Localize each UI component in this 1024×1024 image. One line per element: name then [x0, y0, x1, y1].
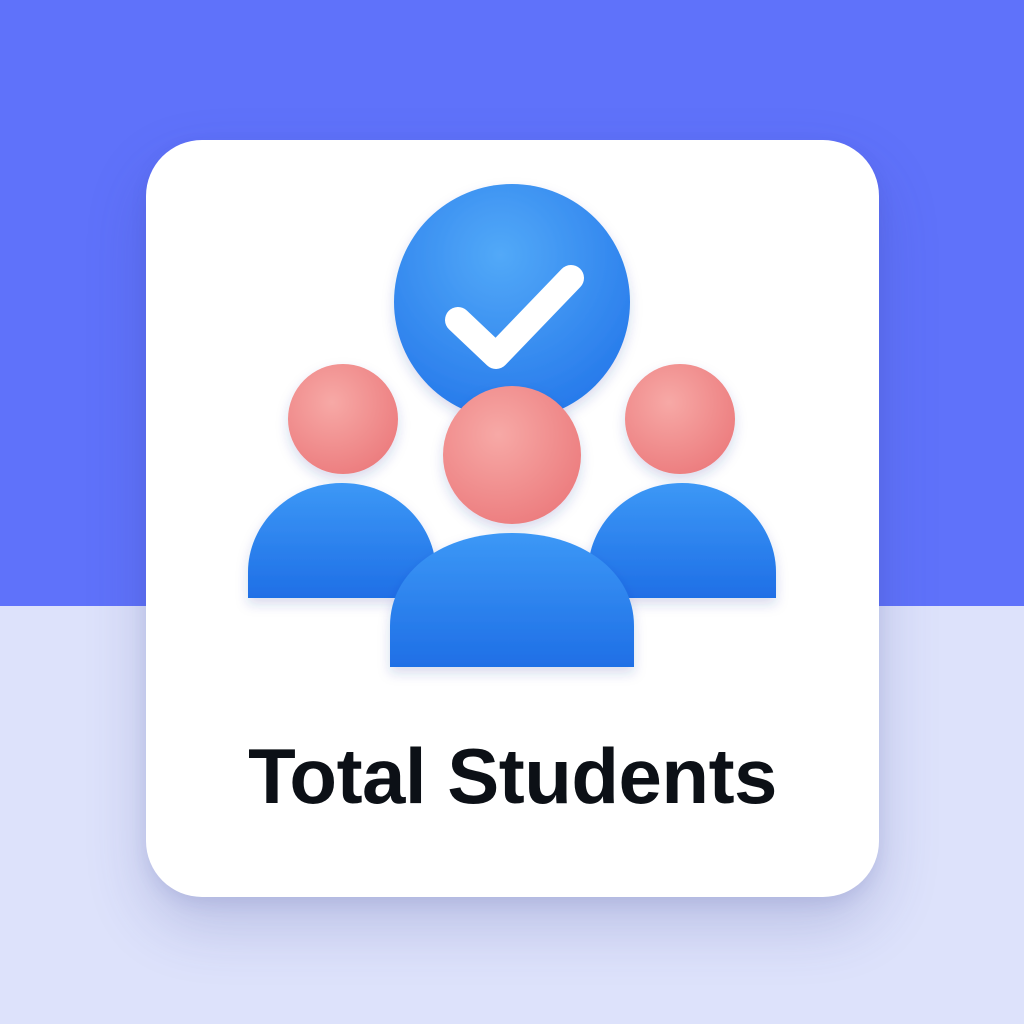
- app-stage: Total Students: [0, 0, 1024, 1024]
- card-title: Total Students: [248, 732, 777, 820]
- total-students-card[interactable]: Total Students: [146, 140, 879, 897]
- person-center-icon: [390, 386, 634, 667]
- person-right-head: [625, 364, 735, 474]
- badge-circle: [394, 184, 630, 420]
- person-center-head: [443, 386, 581, 524]
- students-icon-wrapper: [146, 140, 879, 700]
- students-verified-icon: [248, 184, 776, 667]
- verified-badge: [394, 184, 630, 420]
- person-right-icon: [588, 364, 776, 598]
- person-left-head: [288, 364, 398, 474]
- person-left-icon: [248, 364, 436, 598]
